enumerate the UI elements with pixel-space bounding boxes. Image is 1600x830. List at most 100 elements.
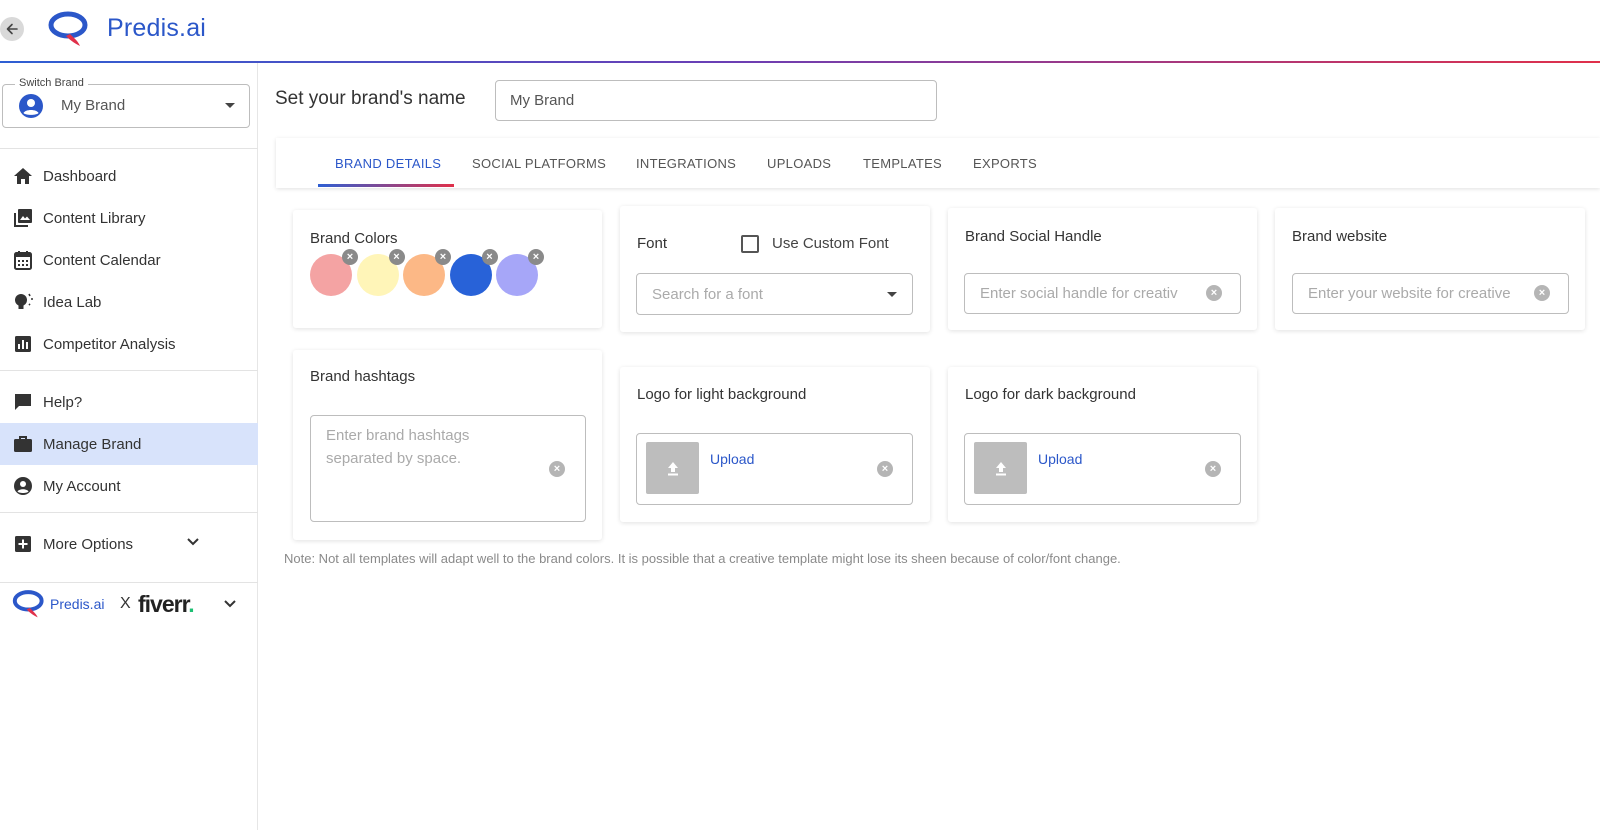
tab-templates[interactable]: TEMPLATES bbox=[863, 156, 942, 171]
switch-brand-label: Switch Brand bbox=[15, 77, 88, 89]
sidebar-item-label: Content Library bbox=[43, 209, 146, 227]
brand-colors-title: Brand Colors bbox=[310, 230, 398, 247]
sidebar-divider bbox=[0, 582, 258, 583]
use-custom-font-label: Use Custom Font bbox=[772, 235, 889, 252]
social-handle-title: Brand Social Handle bbox=[965, 228, 1102, 245]
sidebar-item-label: My Account bbox=[43, 477, 121, 495]
logo-dark-upload-box[interactable]: Upload × bbox=[964, 433, 1241, 505]
caret-down-icon bbox=[225, 103, 235, 108]
gallery-icon bbox=[12, 207, 34, 229]
remove-color-icon[interactable]: × bbox=[388, 249, 405, 265]
sidebar: Switch Brand My Brand Dashboard Content … bbox=[0, 63, 258, 830]
switch-brand-select[interactable]: Switch Brand My Brand bbox=[2, 77, 250, 128]
logo-dark-card: Logo for dark background Upload × bbox=[948, 367, 1257, 522]
tab-social-platforms[interactable]: SOCIAL PLATFORMS bbox=[472, 156, 606, 171]
predis-logo-icon bbox=[12, 590, 44, 618]
account-circle-icon bbox=[19, 94, 43, 118]
app-name: Predis.ai bbox=[107, 14, 207, 42]
clear-icon[interactable]: × bbox=[1534, 285, 1550, 301]
arrow-left-icon bbox=[6, 23, 18, 35]
chat-icon bbox=[12, 391, 34, 413]
lightbulb-icon bbox=[12, 291, 34, 313]
tab-integrations[interactable]: INTEGRATIONS bbox=[636, 156, 736, 171]
fiverr-wordmark: fiverr bbox=[138, 591, 189, 617]
active-tab-indicator bbox=[318, 184, 454, 187]
sidebar-divider bbox=[0, 370, 258, 371]
logo-light-card: Logo for light background Upload × bbox=[620, 367, 930, 522]
sidebar-item-label: Content Calendar bbox=[43, 251, 161, 269]
brand-color-swatch[interactable]: × bbox=[496, 249, 544, 296]
hashtags-placeholder-line1: Enter brand hashtags bbox=[326, 427, 470, 444]
predis-logo-icon bbox=[48, 11, 88, 46]
brand-color-swatch[interactable]: × bbox=[356, 249, 405, 296]
sidebar-item-content-library[interactable]: Content Library bbox=[0, 197, 258, 239]
logo-light-title: Logo for light background bbox=[637, 386, 807, 403]
fiverr-partner-toggle[interactable]: Predis.ai X fiverr. bbox=[0, 587, 258, 623]
briefcase-icon bbox=[12, 433, 34, 455]
brand-color-swatch[interactable]: × bbox=[403, 249, 451, 296]
font-card: Font Use Custom Font Search for a font bbox=[620, 206, 930, 332]
upload-link[interactable]: Upload bbox=[710, 451, 754, 467]
sidebar-item-label: Dashboard bbox=[43, 167, 117, 185]
hashtags-card: Brand hashtags Enter brand hashtags sepa… bbox=[293, 350, 602, 540]
tab-brand-details[interactable]: BRAND DETAILS bbox=[335, 156, 441, 171]
hashtags-textarea[interactable]: Enter brand hashtags separated by space.… bbox=[310, 415, 586, 522]
clear-icon[interactable]: × bbox=[1205, 461, 1221, 477]
brand-color-swatch[interactable]: × bbox=[310, 249, 358, 296]
tabs-bar: BRAND DETAILS SOCIAL PLATFORMS INTEGRATI… bbox=[276, 138, 1600, 188]
chevron-down-icon bbox=[187, 538, 199, 546]
switch-brand-value: My Brand bbox=[61, 97, 126, 114]
clear-icon[interactable]: × bbox=[1206, 285, 1222, 301]
remove-color-icon[interactable]: × bbox=[481, 249, 498, 265]
upload-icon bbox=[667, 462, 678, 476]
hashtags-placeholder-line2: separated by space. bbox=[326, 450, 462, 467]
upload-thumbnail[interactable] bbox=[974, 442, 1027, 494]
sidebar-item-competitor-analysis[interactable]: Competitor Analysis bbox=[0, 323, 258, 365]
more-options-toggle[interactable]: More Options bbox=[0, 523, 258, 565]
use-custom-font-checkbox[interactable] bbox=[741, 235, 759, 253]
partner-x-label: X bbox=[120, 595, 131, 612]
upload-link[interactable]: Upload bbox=[1038, 451, 1082, 467]
website-input[interactable]: Enter your website for creative × bbox=[1292, 273, 1569, 314]
website-card: Brand website Enter your website for cre… bbox=[1275, 208, 1585, 330]
clear-icon[interactable]: × bbox=[549, 461, 565, 477]
sidebar-item-idea-lab[interactable]: Idea Lab bbox=[0, 281, 258, 323]
sidebar-item-my-account[interactable]: My Account bbox=[0, 465, 258, 507]
logo-dark-title: Logo for dark background bbox=[965, 386, 1136, 403]
brand-name-input[interactable] bbox=[495, 80, 937, 121]
sidebar-item-help[interactable]: Help? bbox=[0, 381, 258, 423]
brand-name-label: Set your brand's name bbox=[275, 88, 466, 109]
brand-color-swatch[interactable]: × bbox=[449, 249, 498, 296]
brand-colors-card: Brand Colors × × × × × bbox=[293, 210, 602, 328]
sidebar-item-dashboard[interactable]: Dashboard bbox=[0, 155, 258, 197]
font-search-placeholder: Search for a font bbox=[652, 286, 763, 303]
fiverr-logo: fiverr. bbox=[138, 591, 195, 618]
chevron-down-icon bbox=[224, 600, 236, 608]
sidebar-item-label: Help? bbox=[43, 393, 83, 411]
sidebar-item-label: Manage Brand bbox=[43, 435, 142, 453]
sidebar-item-label: Idea Lab bbox=[43, 293, 102, 311]
social-handle-input[interactable]: Enter social handle for creativ × bbox=[964, 273, 1241, 314]
font-search-select[interactable]: Search for a font bbox=[636, 273, 913, 315]
clear-icon[interactable]: × bbox=[877, 461, 893, 477]
sidebar-item-content-calendar[interactable]: Content Calendar bbox=[0, 239, 258, 281]
remove-color-icon[interactable]: × bbox=[342, 249, 358, 265]
social-handle-card: Brand Social Handle Enter social handle … bbox=[948, 208, 1257, 330]
partner-predis-label: Predis.ai bbox=[50, 596, 105, 612]
sidebar-item-manage-brand[interactable]: Manage Brand bbox=[0, 423, 258, 465]
caret-down-icon bbox=[887, 292, 897, 297]
account-icon bbox=[12, 475, 34, 497]
tab-uploads[interactable]: UPLOADS bbox=[767, 156, 831, 171]
remove-color-icon[interactable]: × bbox=[528, 249, 544, 265]
remove-color-icon[interactable]: × bbox=[435, 249, 451, 265]
top-header: Predis.ai bbox=[0, 0, 1600, 62]
plus-box-icon bbox=[12, 533, 34, 555]
upload-thumbnail[interactable] bbox=[646, 442, 699, 494]
tab-exports[interactable]: EXPORTS bbox=[973, 156, 1037, 171]
logo-light-upload-box[interactable]: Upload × bbox=[636, 433, 913, 505]
brand-colors-note: Note: Not all templates will adapt well … bbox=[284, 551, 1121, 566]
back-button[interactable] bbox=[0, 17, 24, 41]
bar-chart-icon bbox=[12, 333, 34, 355]
sidebar-divider bbox=[0, 148, 258, 149]
sidebar-divider bbox=[0, 512, 258, 513]
